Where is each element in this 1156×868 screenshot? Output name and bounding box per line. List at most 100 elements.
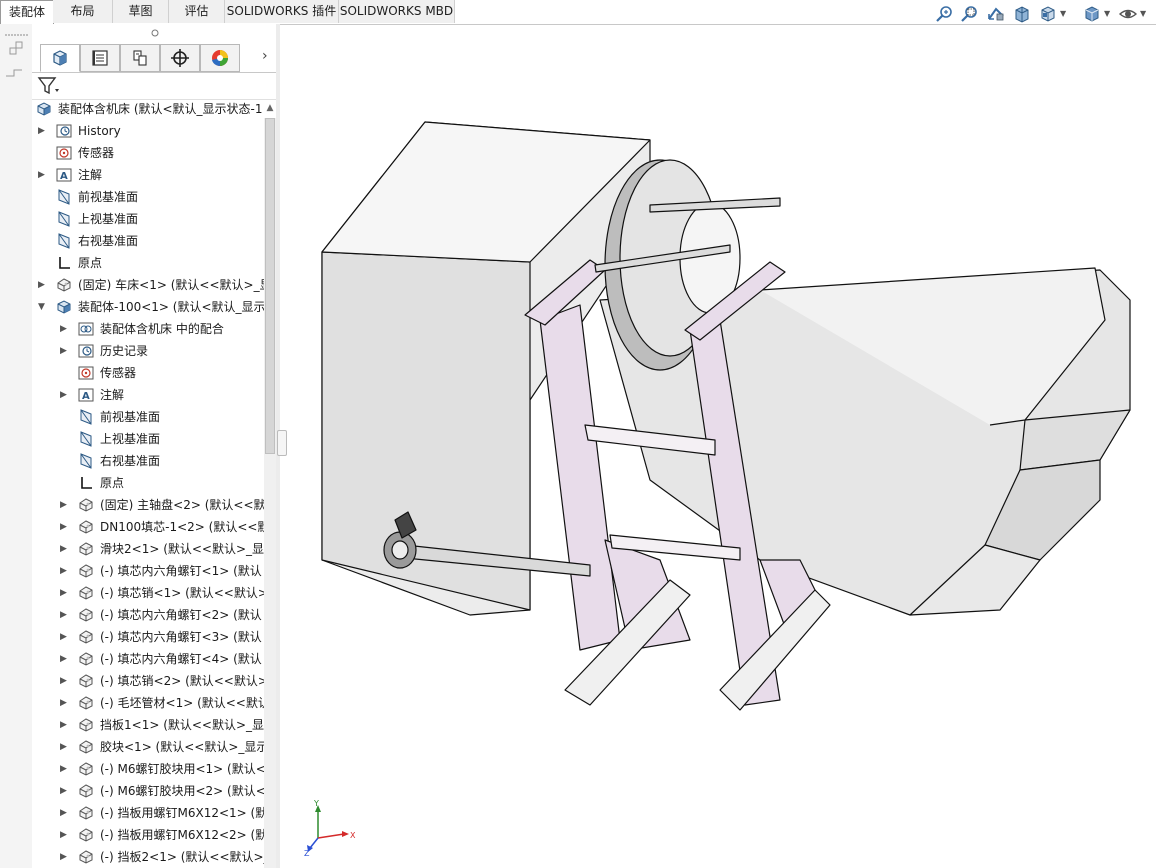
expand-arrow-icon[interactable]: ▶ xyxy=(60,736,70,758)
expand-arrow-icon[interactable]: ▶ xyxy=(60,340,70,362)
tab-solidworks-addins[interactable]: SOLIDWORKS 插件 xyxy=(225,0,339,23)
tree-item-label: (-) 毛坯管材<1> (默认<<默认 xyxy=(100,696,264,710)
panel-grip-dots xyxy=(4,26,30,36)
tree-item[interactable]: ▶ (-) 填芯内六角螺钉<4> (默认 xyxy=(32,648,264,670)
tab-evaluate[interactable]: 评估 xyxy=(169,0,225,23)
zoom-to-area-icon[interactable] xyxy=(960,4,980,24)
expand-arrow-icon[interactable]: ▶ xyxy=(60,670,70,692)
tree-item[interactable]: 右视基准面 xyxy=(32,450,264,472)
filter-icon[interactable] xyxy=(36,75,62,97)
expand-arrow-icon[interactable]: ▶ xyxy=(60,626,70,648)
tree-item-label: 上视基准面 xyxy=(78,212,139,226)
expand-arrow-icon[interactable]: ▶ xyxy=(60,384,70,406)
expand-arrow-icon[interactable]: ▶ xyxy=(60,780,70,802)
sensor-icon xyxy=(56,145,72,161)
expand-arrow-icon[interactable]: ▶ xyxy=(60,758,70,780)
tree-root-label: 装配体含机床 (默认<默认_显示状态-1 xyxy=(58,102,263,116)
tree-item[interactable]: ▶ (固定) 主轴盘<2> (默认<<默 xyxy=(32,494,264,516)
panel-pin-icon[interactable] xyxy=(150,28,160,38)
displaymanager-tab[interactable] xyxy=(200,44,240,72)
display-style-dropdown-icon[interactable]: ▼ xyxy=(1104,10,1112,18)
tree-item[interactable]: ▶ (-) 填芯销<2> (默认<<默认> xyxy=(32,670,264,692)
hide-show-items-icon[interactable] xyxy=(1118,4,1138,24)
configurationmanager-tab[interactable] xyxy=(120,44,160,72)
expand-arrow-icon[interactable]: ▶ xyxy=(60,802,70,824)
tree-item[interactable]: ▶ (-) 挡板2<1> (默认<<默认>_显 xyxy=(32,846,264,868)
display-style-icon[interactable] xyxy=(1082,4,1102,24)
tree-root-assembly[interactable]: 装配体含机床 (默认<默认_显示状态-1 xyxy=(34,98,264,120)
expand-arrow-icon[interactable]: ▶ xyxy=(60,582,70,604)
tree-item[interactable]: ▶ (-) 挡板用螺钉M6X12<2> (默 xyxy=(32,824,264,846)
tree-item[interactable]: 原点 xyxy=(32,252,264,274)
scroll-up-arrow-icon[interactable]: ▲ xyxy=(264,100,276,116)
tree-item[interactable]: 右视基准面 xyxy=(32,230,264,252)
tab-assembly[interactable]: 装配体 xyxy=(0,0,54,25)
tree-item[interactable]: 上视基准面 xyxy=(32,428,264,450)
expand-arrow-icon[interactable]: ▶ xyxy=(60,714,70,736)
collapse-arrow-icon[interactable]: ▼ xyxy=(38,296,48,318)
tree-scrollbar-thumb[interactable] xyxy=(265,118,275,454)
tree-item[interactable]: 前视基准面 xyxy=(32,406,264,428)
view-orientation-dropdown-icon[interactable]: ▼ xyxy=(1060,10,1068,18)
expand-arrow-icon[interactable]: ▶ xyxy=(38,120,48,142)
expand-arrow-icon[interactable]: ▶ xyxy=(60,516,70,538)
expand-arrow-icon[interactable]: ▶ xyxy=(60,318,70,340)
tree-item[interactable]: ▶ (-) 填芯销<1> (默认<<默认> xyxy=(32,582,264,604)
expand-arrow-icon[interactable]: ▶ xyxy=(60,494,70,516)
tree-item[interactable]: ▶ (-) M6螺钉胶块用<2> (默认< xyxy=(32,780,264,802)
tree-item[interactable]: ▶ (-) 填芯内六角螺钉<3> (默认 xyxy=(32,626,264,648)
part-icon xyxy=(78,827,94,843)
previous-view-icon[interactable] xyxy=(986,4,1006,24)
tree-item[interactable]: 前视基准面 xyxy=(32,186,264,208)
history-icon xyxy=(78,343,94,359)
expand-arrow-icon[interactable]: ▶ xyxy=(60,538,70,560)
tree-item[interactable]: ▶ History xyxy=(32,120,264,142)
zoom-to-fit-icon[interactable] xyxy=(934,4,954,24)
tab-solidworks-mbd[interactable]: SOLIDWORKS MBD xyxy=(339,0,455,23)
panel-expand-arrow-icon[interactable]: › xyxy=(262,48,268,64)
featuremanager-tab[interactable] xyxy=(40,44,80,72)
expand-arrow-icon[interactable]: ▶ xyxy=(38,274,48,296)
tree-item[interactable]: ▶ DN100填芯-1<2> (默认<<默 xyxy=(32,516,264,538)
tree-item[interactable]: ▶ (-) 毛坯管材<1> (默认<<默认 xyxy=(32,692,264,714)
tree-item[interactable]: ▶ 挡板1<1> (默认<<默认>_显示 xyxy=(32,714,264,736)
tree-item[interactable]: ▶ (-) 挡板用螺钉M6X12<1> (默 xyxy=(32,802,264,824)
expand-arrow-icon[interactable]: ▶ xyxy=(38,164,48,186)
tree-item[interactable]: 原点 xyxy=(32,472,264,494)
hide-show-dropdown-icon[interactable]: ▼ xyxy=(1140,10,1148,18)
tree-item[interactable]: ▶ (-) 填芯内六角螺钉<1> (默认 xyxy=(32,560,264,582)
tree-item[interactable]: 上视基准面 xyxy=(32,208,264,230)
tree-item-label: (-) 挡板2<1> (默认<<默认>_显 xyxy=(100,850,264,864)
graphics-area[interactable]: Y X Z xyxy=(282,26,1156,868)
tree-item[interactable]: ▶ (固定) 车床<1> (默认<<默认>_显示 xyxy=(32,274,264,296)
propertymanager-tab[interactable] xyxy=(80,44,120,72)
tree-item[interactable]: ▶ (-) 填芯内六角螺钉<2> (默认 xyxy=(32,604,264,626)
tab-layout[interactable]: 布局 xyxy=(53,0,113,23)
expand-arrow-icon[interactable]: ▶ xyxy=(60,560,70,582)
tree-item[interactable]: ▶ (-) M6螺钉胶块用<1> (默认< xyxy=(32,758,264,780)
triad-z-label: Z xyxy=(304,849,310,856)
tab-sketch[interactable]: 草图 xyxy=(113,0,169,23)
tree-item[interactable]: ▶ 滑块2<1> (默认<<默认>_显示 xyxy=(32,538,264,560)
tree-item[interactable]: 传感器 xyxy=(32,142,264,164)
tree-item[interactable]: ▶ 历史记录 xyxy=(32,340,264,362)
tree-item[interactable]: ▶ A 注解 xyxy=(32,164,264,186)
expand-arrow-icon[interactable]: ▶ xyxy=(60,604,70,626)
tree-item-label: 前视基准面 xyxy=(78,190,139,204)
dimxpert-tab[interactable] xyxy=(160,44,200,72)
tree-item[interactable]: ▼ 装配体-100<1> (默认<默认_显示 xyxy=(32,296,264,318)
expand-arrow-icon[interactable]: ▶ xyxy=(60,846,70,868)
tree-item[interactable]: ▶ 胶块<1> (默认<<默认>_显示 xyxy=(32,736,264,758)
tree-item-label: 注解 xyxy=(100,388,125,402)
section-view-icon[interactable] xyxy=(1012,4,1032,24)
part-icon xyxy=(78,805,94,821)
expand-arrow-icon[interactable]: ▶ xyxy=(60,692,70,714)
tree-item[interactable]: ▶ A 注解 xyxy=(32,384,264,406)
expand-arrow-icon[interactable]: ▶ xyxy=(60,648,70,670)
tree-item[interactable]: 传感器 xyxy=(32,362,264,384)
expand-arrow-icon[interactable]: ▶ xyxy=(60,824,70,846)
part-icon xyxy=(78,673,94,689)
tree-item[interactable]: ▶ 装配体含机床 中的配合 xyxy=(32,318,264,340)
view-orientation-icon[interactable] xyxy=(1038,4,1058,24)
assembly-model[interactable] xyxy=(282,26,1156,868)
